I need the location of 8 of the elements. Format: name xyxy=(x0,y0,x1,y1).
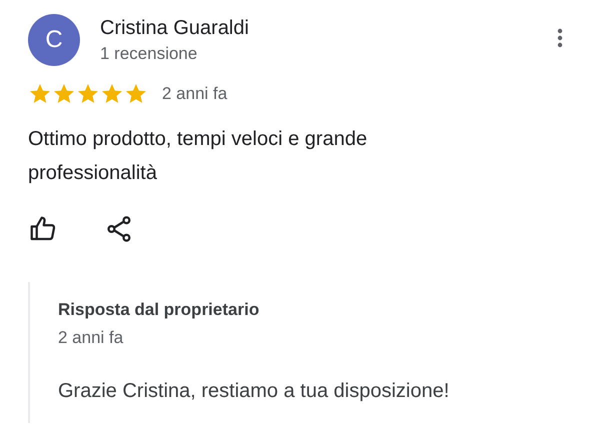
review-count: 1 recensione xyxy=(100,44,198,64)
reply-time: 2 anni fa xyxy=(58,328,124,348)
reply-text: Grazie Cristina, restiamo a tua disposizione! xyxy=(58,380,450,403)
avatar: C xyxy=(28,14,80,66)
author-name: Cristina Guaraldi xyxy=(100,16,250,40)
review-time: 2 anni fa xyxy=(162,84,228,104)
reply-title: Risposta dal proprietario xyxy=(58,300,260,320)
review-text: Ottimo prodotto, tempi veloci e grande professionalità xyxy=(28,127,368,186)
